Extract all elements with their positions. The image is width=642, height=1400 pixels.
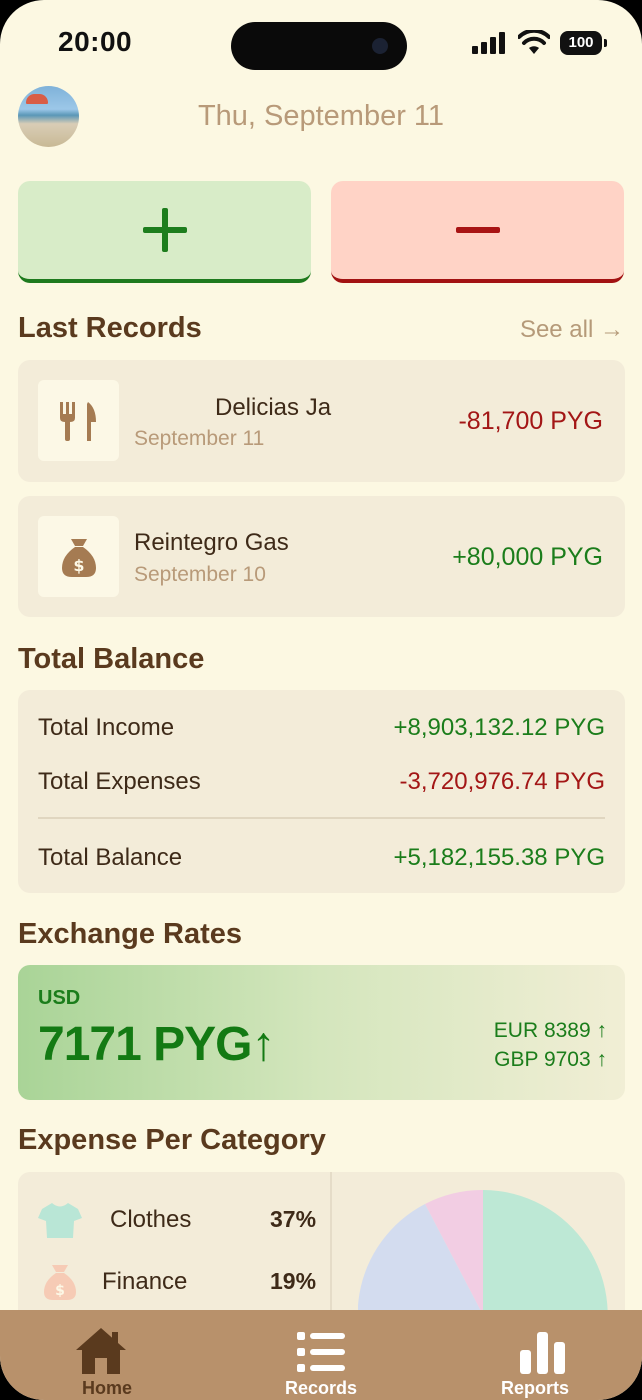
tab-records[interactable]: Records <box>214 1310 428 1400</box>
category-label: Finance <box>102 1268 188 1295</box>
category-percent: 37% <box>270 1206 317 1232</box>
total-income-value: +8,903,132.12 PYG <box>393 714 606 741</box>
total-balance-title: Total Balance <box>18 643 205 675</box>
total-expenses-row: Total Expenses -3,720,976.74 PYG <box>38 768 605 796</box>
category-label: Clothes <box>110 1206 192 1233</box>
record-date: September 10 <box>134 563 266 586</box>
exchange-rates-title: Exchange Rates <box>18 918 243 950</box>
current-date: Thu, September 11 <box>197 100 445 132</box>
base-currency: USD <box>38 987 81 1009</box>
category-row[interactable]: $ Finance 19% <box>38 1262 328 1302</box>
record-amount: +80,000 PYG <box>452 543 603 571</box>
total-expenses-label: Total Expenses <box>38 768 201 795</box>
money-bag-icon: $ <box>44 1265 76 1300</box>
exchange-rates-card[interactable]: USD 7171 PYG↑ EUR 8389 ↑ GBP 9703 ↑ <box>18 965 625 1100</box>
record-date: September 11 <box>134 427 265 450</box>
record-name: Reintegro Gas <box>134 529 289 556</box>
tab-reports[interactable]: Reports <box>428 1310 642 1400</box>
home-icon <box>76 1328 126 1374</box>
last-records-title: Last Records <box>18 312 202 344</box>
wifi-icon <box>518 30 550 54</box>
battery-icon: 100 <box>560 31 602 55</box>
add-expense-button[interactable] <box>331 181 624 283</box>
total-income-row: Total Income +8,903,132.12 PYG <box>38 714 605 742</box>
minus-icon <box>455 227 500 233</box>
bar-chart-icon <box>520 1332 565 1374</box>
expense-per-category-card: Clothes 37% $ Finance 19% <box>18 1172 625 1332</box>
total-balance-card: Total Income +8,903,132.12 PYG Total Exp… <box>18 690 625 893</box>
total-income-label: Total Income <box>38 714 175 741</box>
record-item[interactable]: $ Reintegro Gas September 10 +80,000 PYG <box>18 496 625 617</box>
tab-label: Reports <box>500 1378 569 1398</box>
gbp-rate: GBP 9703 ↑ <box>494 1048 607 1071</box>
svg-text:$: $ <box>55 1283 65 1299</box>
category-separator <box>330 1172 332 1332</box>
total-balance-label: Total Balance <box>38 844 183 871</box>
total-balance-value: +5,182,155.38 PYG <box>393 844 606 871</box>
svg-text:$: $ <box>73 556 84 575</box>
main-exchange-rate: 7171 PYG↑ <box>38 1018 275 1071</box>
plus-icon <box>142 208 187 252</box>
expense-per-category-title: Expense Per Category <box>18 1124 326 1156</box>
total-balance-row: Total Balance +5,182,155.38 PYG <box>38 844 605 872</box>
camera-indicator <box>372 38 388 54</box>
battery-tip <box>604 39 607 47</box>
cellular-signal-icon <box>472 32 510 54</box>
money-bag-icon: $ <box>38 516 119 597</box>
add-income-button[interactable] <box>18 181 311 283</box>
record-item[interactable]: Delicias Ja September 11 -81,700 PYG <box>18 360 625 482</box>
tab-label: Home <box>81 1378 132 1398</box>
category-percent: 19% <box>270 1268 317 1294</box>
tab-home[interactable]: Home <box>0 1310 214 1400</box>
app-screen: 20:00 100 Thu, September 11 Last Records… <box>0 0 642 1400</box>
status-time: 20:00 <box>58 26 133 57</box>
eur-rate: EUR 8389 ↑ <box>493 1019 607 1042</box>
shirt-icon <box>38 1203 82 1238</box>
tab-bar: Home Records Reports <box>0 1310 642 1400</box>
tab-label: Records <box>284 1378 358 1398</box>
list-icon <box>297 1332 345 1372</box>
record-amount: -81,700 PYG <box>458 407 603 435</box>
record-name: Delicias Ja <box>215 394 332 421</box>
fork-knife-icon <box>38 380 119 461</box>
divider <box>38 817 605 819</box>
total-expenses-value: -3,720,976.74 PYG <box>399 768 605 795</box>
see-all-link[interactable]: See all → <box>520 316 624 344</box>
category-row[interactable]: Clothes 37% <box>38 1200 328 1240</box>
